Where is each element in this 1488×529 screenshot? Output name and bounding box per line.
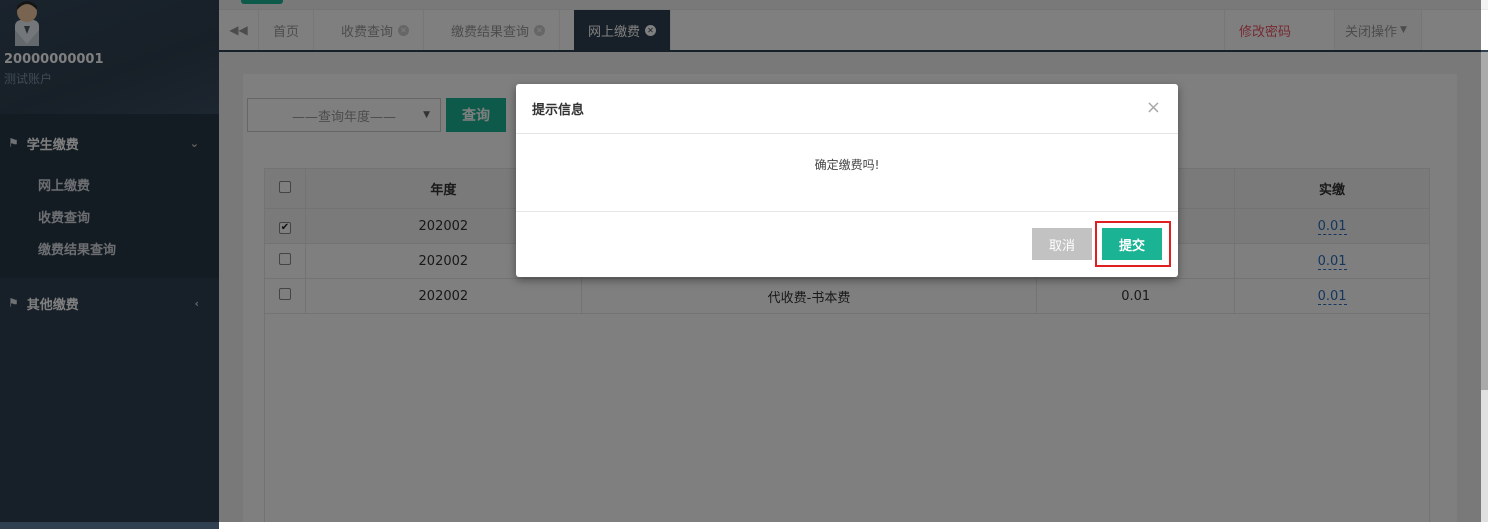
dialog-title: 提示信息 [532,103,585,118]
cancel-button[interactable]: 取消 [1032,228,1092,260]
confirm-dialog: 提示信息 × 确定缴费吗! 取消 提交 [516,84,1178,277]
dialog-body: 确定缴费吗! [516,134,1178,212]
dialog-message: 确定缴费吗! [814,158,880,172]
dialog-footer: 取消 提交 [516,212,1178,277]
submit-button[interactable]: 提交 [1102,228,1162,260]
page-scrollbar[interactable] [1481,52,1488,522]
bottom-bar [219,522,1488,529]
close-icon[interactable]: × [1146,97,1161,118]
scrollbar-thumb[interactable] [1481,52,1488,390]
dialog-header: 提示信息 [516,84,1178,134]
